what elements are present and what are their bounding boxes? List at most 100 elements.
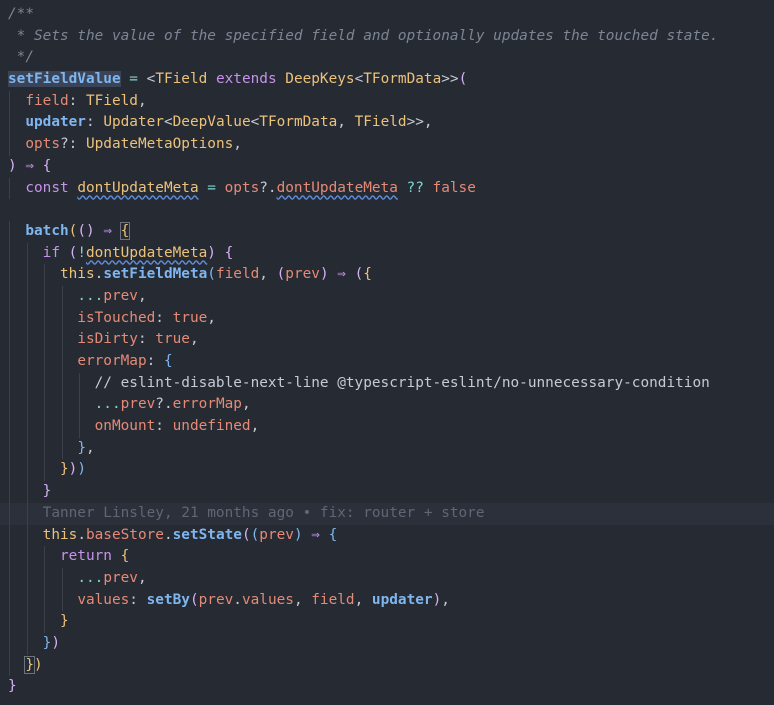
code-token: * Sets the value of the specified field … xyxy=(8,27,719,44)
indent-guide xyxy=(61,329,63,351)
code-line[interactable]: onMount: undefined, xyxy=(0,416,774,438)
code-token: if xyxy=(42,244,69,261)
code-token: ⇒ xyxy=(94,222,121,239)
code-line[interactable]: * Sets the value of the specified field … xyxy=(0,26,774,48)
code-line[interactable]: })) xyxy=(0,459,774,482)
code-line[interactable]: ...prev, xyxy=(0,567,774,590)
code-token: this xyxy=(42,526,78,543)
code-token: Updater xyxy=(103,114,164,131)
code-token: ?. xyxy=(155,396,173,413)
code-line[interactable]: ...prev, xyxy=(0,285,774,308)
code-line[interactable]: } xyxy=(0,481,774,503)
code-line[interactable]: updater: Updater<DeepValue<TFormData, TF… xyxy=(0,112,774,135)
code-token: . xyxy=(94,266,104,283)
code-line[interactable]: isDirty: true, xyxy=(0,329,774,351)
code-token: dontUpdateMeta xyxy=(86,244,208,261)
code-token: field xyxy=(25,92,69,109)
code-token: : xyxy=(129,591,147,608)
code-line[interactable]: isTouched: true, xyxy=(0,307,774,330)
code-token: ( xyxy=(354,266,364,283)
indent-guide xyxy=(26,567,28,590)
indent-guide xyxy=(9,546,10,568)
code-token: { xyxy=(363,266,372,283)
code-line[interactable]: this.setFieldMeta(field, (prev) ⇒ ({ xyxy=(0,264,774,286)
indent-guide xyxy=(9,242,10,265)
code-line[interactable]: if (!dontUpdateMeta) { xyxy=(0,242,774,265)
indent-guide xyxy=(44,416,45,438)
code-line[interactable]: */ xyxy=(0,47,774,69)
indent-guide xyxy=(9,351,10,373)
code-token: ) xyxy=(319,266,329,283)
code-token: , xyxy=(233,136,242,153)
code-line[interactable]: Tanner Linsley, 21 months ago • fix: rou… xyxy=(0,502,774,525)
indent-guide xyxy=(44,285,45,308)
code-token: ?? xyxy=(397,179,433,196)
code-token: // eslint-disable-next-line @typescript-… xyxy=(94,374,710,391)
code-token: TFormData xyxy=(259,114,338,131)
indent-guide xyxy=(9,264,10,286)
code-token: prev xyxy=(285,266,320,283)
code-editor[interactable]: /** * Sets the value of the specified fi… xyxy=(0,0,774,705)
indent-guide xyxy=(26,459,28,482)
code-line[interactable]: setFieldValue = <TField extends DeepKeys… xyxy=(0,69,774,91)
code-token: ... xyxy=(77,569,104,586)
indent-guide xyxy=(44,459,45,482)
code-line[interactable]: errorMap: { xyxy=(0,351,774,373)
code-token: } xyxy=(24,655,35,674)
indent-guide xyxy=(44,567,45,590)
code-line[interactable]: ) ⇒ { xyxy=(0,156,774,178)
indent-guide xyxy=(9,329,10,351)
code-line[interactable]: } xyxy=(0,611,774,633)
indent-guide xyxy=(61,589,63,612)
code-token: ! xyxy=(77,244,86,261)
code-token: DeepValue xyxy=(172,114,251,131)
code-token: = xyxy=(120,71,147,88)
code-token: >> xyxy=(406,114,424,131)
code-token: { xyxy=(163,353,173,369)
code-token: values xyxy=(241,591,294,608)
code-token: { xyxy=(120,548,130,565)
code-line[interactable]: // eslint-disable-next-line @typescript-… xyxy=(0,372,774,395)
code-line[interactable]: }) xyxy=(0,654,774,677)
code-token: values xyxy=(77,591,130,608)
code-line[interactable]: const dontUpdateMeta = opts?.dontUpdateM… xyxy=(0,177,774,200)
code-token: : xyxy=(85,114,104,131)
code-line[interactable]: return { xyxy=(0,546,774,568)
code-line[interactable]: this.baseStore.setState((prev) ⇒ { xyxy=(0,524,774,547)
indent-guide xyxy=(44,394,45,417)
code-token: < xyxy=(163,114,173,131)
code-line[interactable]: field: TField, xyxy=(0,90,774,113)
code-token: { xyxy=(328,526,338,543)
code-token: true xyxy=(155,331,190,348)
code-line[interactable]: }) xyxy=(0,632,774,655)
code-line[interactable]: }, xyxy=(0,437,774,460)
code-token: : xyxy=(155,418,173,435)
code-line[interactable]: } xyxy=(0,676,774,698)
code-token: () xyxy=(77,222,95,239)
code-line[interactable] xyxy=(0,199,774,221)
code-token: ) xyxy=(51,634,60,651)
indent-guide xyxy=(9,589,10,612)
code-token: ⇒ xyxy=(16,157,43,174)
code-line[interactable]: /** xyxy=(0,4,774,26)
code-line[interactable]: ...prev?.errorMap, xyxy=(0,394,774,417)
code-line[interactable]: opts?: UpdateMetaOptions, xyxy=(0,134,774,156)
indent-guide xyxy=(26,416,28,438)
code-token: ) xyxy=(293,526,303,543)
indent-guide xyxy=(26,351,28,373)
code-token: , xyxy=(250,418,260,435)
code-token: , xyxy=(337,114,355,131)
indent-guide xyxy=(44,329,45,351)
code-token: ( xyxy=(250,526,260,543)
indent-guide xyxy=(61,351,63,373)
code-line[interactable]: batch(() ⇒ { xyxy=(0,220,774,243)
code-line[interactable]: values: setBy(prev.values, field, update… xyxy=(0,589,774,612)
